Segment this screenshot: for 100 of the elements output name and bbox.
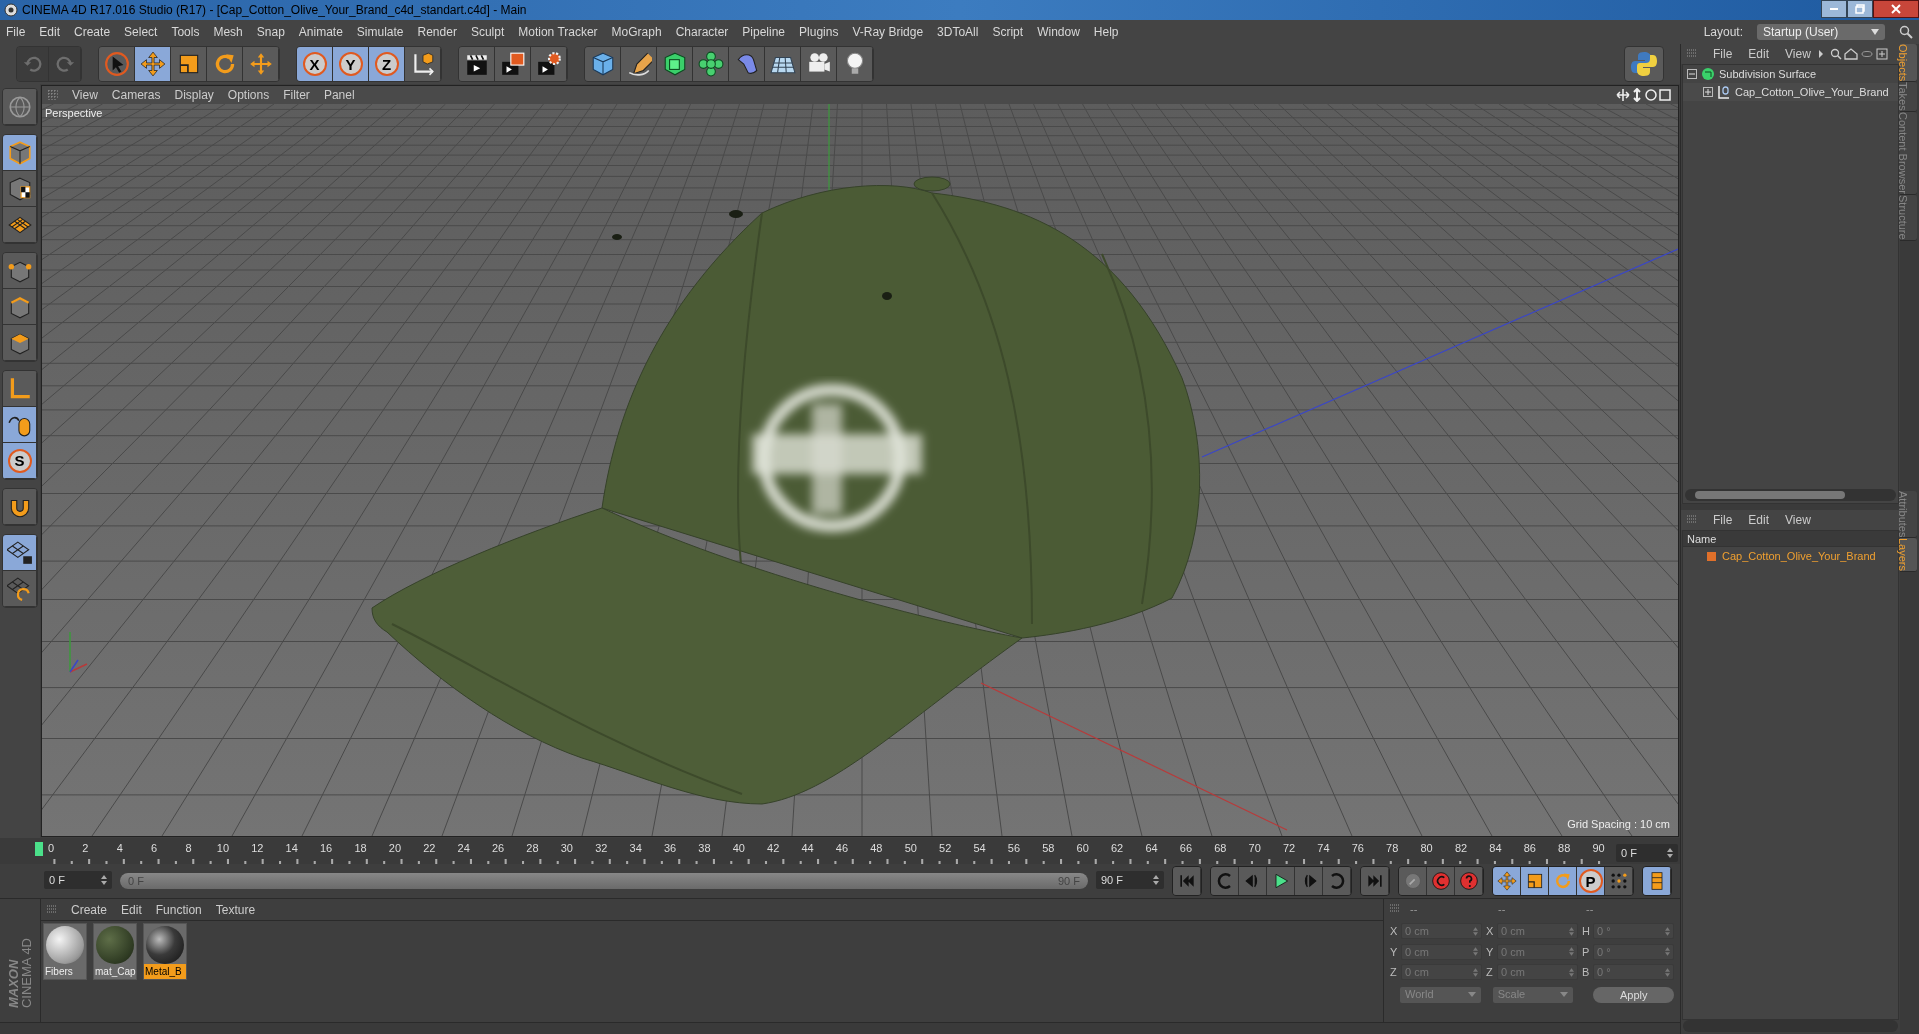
material-swatch[interactable]: Metal_B <box>143 923 187 980</box>
timeline-button[interactable] <box>1643 867 1671 895</box>
scale-tool-button[interactable] <box>1521 867 1549 895</box>
menu-item[interactable]: Character <box>675 23 729 41</box>
texture-mode-button[interactable] <box>3 171 37 207</box>
layout-dropdown[interactable]: Startup (User) <box>1757 24 1885 40</box>
render-to-picture-viewer-button[interactable] <box>495 47 531 81</box>
menu-item[interactable]: Render <box>417 23 457 41</box>
snap-button[interactable] <box>3 489 37 525</box>
points-mode-button[interactable] <box>3 253 37 289</box>
viewport-menu-item[interactable]: Cameras <box>111 86 161 104</box>
rotate-tool-button[interactable] <box>1549 867 1577 895</box>
menu-item[interactable]: Edit <box>39 23 61 41</box>
camera-button[interactable] <box>801 47 837 81</box>
help-button[interactable] <box>1455 867 1483 895</box>
next-key-button[interactable] <box>1323 867 1351 895</box>
menu-item[interactable]: Mesh <box>213 23 243 41</box>
viewport-menu-item[interactable]: View <box>72 86 98 104</box>
menu-item[interactable]: Snap <box>256 23 285 41</box>
expand-icon[interactable] <box>1703 87 1713 97</box>
apply-button[interactable]: Apply <box>1593 986 1674 1003</box>
object-name[interactable]: Subdivision Surface <box>1719 65 1817 83</box>
cube-button[interactable] <box>585 47 621 81</box>
restore-button[interactable] <box>1847 0 1873 18</box>
viewport-menu-item[interactable]: Panel <box>323 86 355 104</box>
menu-item[interactable]: Plugins <box>799 23 839 41</box>
material-menu-item[interactable]: Texture <box>215 900 256 919</box>
floor-button[interactable] <box>765 47 801 81</box>
python-button[interactable] <box>1624 46 1664 82</box>
end-frame-field[interactable]: 90 F <box>1096 871 1164 889</box>
panel-menu-item[interactable]: Edit <box>1748 45 1770 63</box>
menu-item[interactable]: File <box>6 23 26 41</box>
edges-mode-button[interactable] <box>3 289 37 325</box>
rotate-tool-button[interactable] <box>207 47 243 81</box>
panel-menu-item[interactable]: Edit <box>1748 511 1770 529</box>
menu-item[interactable]: Select <box>124 23 158 41</box>
deformer-button[interactable] <box>729 47 765 81</box>
polygons-mode-button[interactable] <box>3 325 37 361</box>
search-icon[interactable] <box>1899 25 1913 39</box>
panel-menu-item[interactable]: View <box>1785 45 1811 63</box>
material-swatch[interactable]: mat_Cap <box>93 923 137 980</box>
panel-menu-item[interactable]: File <box>1713 511 1733 529</box>
material-swatch[interactable]: Fibers <box>43 923 87 980</box>
coordinate-system-button[interactable] <box>405 47 441 81</box>
panel-tool-icons[interactable] <box>1818 48 1889 60</box>
menu-item[interactable]: Pipeline <box>742 23 786 41</box>
menu-item[interactable]: Tools <box>171 23 200 41</box>
navigation-icons[interactable] <box>1616 88 1672 102</box>
model-mode-button[interactable] <box>3 135 37 171</box>
close-button[interactable] <box>1873 0 1919 18</box>
workplane-mode-button[interactable] <box>3 207 37 243</box>
spinner-arrows-icon[interactable] <box>1153 875 1159 885</box>
play-button[interactable] <box>1267 867 1295 895</box>
menu-item[interactable]: Create <box>74 23 111 41</box>
move-tool-button[interactable] <box>1493 867 1521 895</box>
render-settings-button[interactable] <box>531 47 567 81</box>
viewport-menu-item[interactable]: Display <box>174 86 214 104</box>
minimize-button[interactable] <box>1821 0 1847 18</box>
axis-lock-button[interactable]: Y <box>333 47 369 81</box>
axis-lock-button[interactable]: X <box>297 47 333 81</box>
render-view-button[interactable] <box>459 47 495 81</box>
menu-item[interactable]: Script <box>992 23 1024 41</box>
axis-lock-button[interactable]: Z <box>369 47 405 81</box>
last-tool-button[interactable] <box>243 47 279 81</box>
current-frame-field[interactable]: 0 F <box>1616 844 1678 862</box>
material-menu-item[interactable]: Create <box>71 900 108 919</box>
go-to-end-button[interactable] <box>1361 867 1389 895</box>
panel-menu-item[interactable]: File <box>1713 45 1733 63</box>
menu-item[interactable]: Animate <box>298 23 343 41</box>
menu-item[interactable]: V-Ray Bridge <box>852 23 924 41</box>
material-menu-item[interactable]: Edit <box>121 900 142 919</box>
menu-item[interactable]: Simulate <box>356 23 404 41</box>
horizontal-scrollbar[interactable] <box>1685 489 1896 501</box>
scale-tool-button[interactable] <box>171 47 207 81</box>
spinner-arrows-icon[interactable] <box>101 875 107 885</box>
menu-item[interactable]: MoGraph <box>611 23 662 41</box>
viewport-menu-item[interactable]: Filter <box>283 86 310 104</box>
axis-lock-button[interactable]: P <box>1577 867 1605 895</box>
tweak-mode-button[interactable] <box>3 407 37 443</box>
collapse-icon[interactable] <box>1687 69 1697 79</box>
previous-key-button[interactable] <box>1211 867 1239 895</box>
cloner-button[interactable] <box>693 47 729 81</box>
go-to-start-button[interactable] <box>1173 867 1201 895</box>
move-tool-button[interactable] <box>135 47 171 81</box>
start-frame-field[interactable]: 0 F <box>44 871 112 889</box>
live-selection-button[interactable] <box>99 47 135 81</box>
subdivision-surface-button[interactable] <box>657 47 693 81</box>
panel-menu-item[interactable]: View <box>1785 511 1811 529</box>
viewport-menu-item[interactable]: Options <box>227 86 270 104</box>
menu-item[interactable]: Sculpt <box>470 23 505 41</box>
layer-name[interactable]: Cap_Cotton_Olive_Your_Brand <box>1722 547 1876 565</box>
material-menu-item[interactable]: Function <box>155 900 202 919</box>
menu-item[interactable]: Window <box>1037 23 1080 41</box>
autokey-button[interactable] <box>1427 867 1455 895</box>
spinner-arrows-icon[interactable] <box>1667 848 1673 858</box>
menu-item[interactable]: Motion Tracker <box>518 23 598 41</box>
menu-item[interactable]: 3DToAll <box>937 23 979 41</box>
light-button[interactable] <box>837 47 873 81</box>
workplane-button[interactable] <box>3 89 37 125</box>
key-points-button[interactable] <box>1605 867 1633 895</box>
